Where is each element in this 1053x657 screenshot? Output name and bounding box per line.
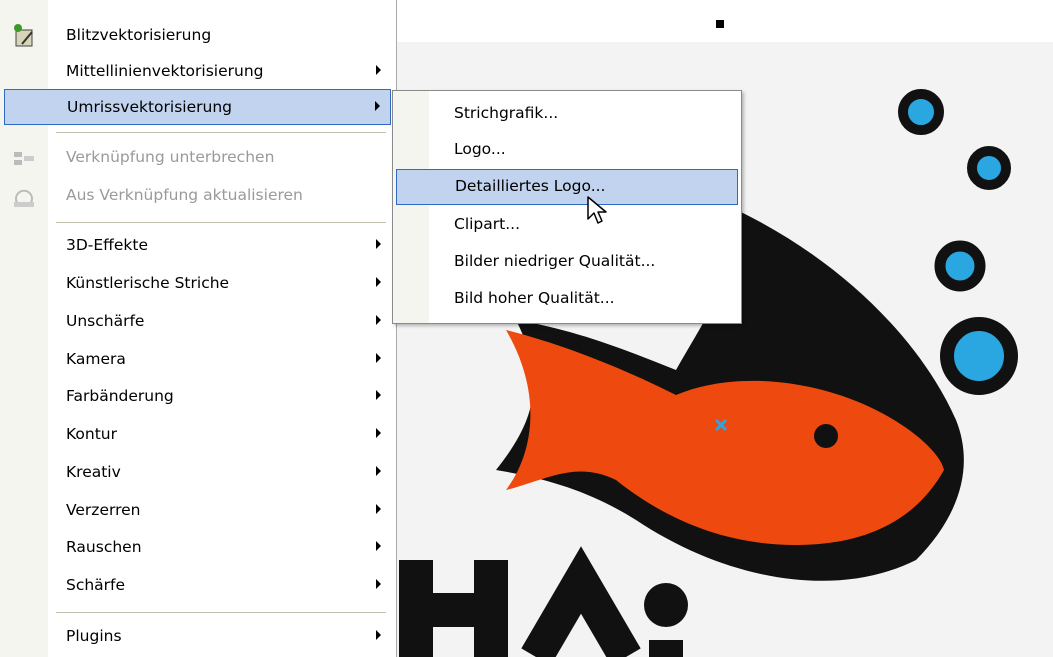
submenu-arrow-icon (376, 277, 381, 287)
menu-item-verzerren[interactable]: Verzerren (4, 493, 391, 529)
submenu-item-logo[interactable]: Logo... (396, 133, 738, 169)
menu-item-label: Kreativ (66, 463, 121, 481)
submenu-arrow-icon (376, 315, 381, 325)
bubble (898, 89, 944, 135)
submenu-item-strichgrafik[interactable]: Strichgrafik... (396, 97, 738, 133)
submenu-arrow-icon (375, 101, 380, 111)
bitmap-context-menu: Blitzvektorisierung Mittellinienvektoris… (0, 0, 397, 657)
letter-i-dot (644, 583, 688, 627)
menu-item-label: Unschärfe (66, 312, 145, 330)
letter-a (521, 546, 641, 657)
menu-item-umrissvektorisierung[interactable]: Umrissvektorisierung (4, 89, 391, 125)
menu-item-label: Mittellinienvektorisierung (66, 62, 264, 80)
menu-item-label: Farbänderung (66, 387, 174, 405)
bubble (967, 146, 1011, 190)
submenu-item-bild-hoher-qualitaet[interactable]: Bild hoher Qualität... (396, 282, 738, 318)
submenu-item-label: Detailliertes Logo... (455, 177, 606, 195)
submenu-arrow-icon (376, 65, 381, 75)
submenu-item-label: Bild hoher Qualität... (454, 289, 615, 307)
menu-item-label: Verzerren (66, 501, 141, 519)
mouse-pointer-icon (587, 196, 607, 224)
menu-item-label: 3D-Effekte (66, 236, 148, 254)
menu-separator (56, 612, 386, 613)
menu-item-farbaenderung[interactable]: Farbänderung (4, 379, 391, 415)
menu-item-label: Kontur (66, 425, 117, 443)
menu-item-verknuepfung-unterbrechen[interactable]: Verknüpfung unterbrechen (4, 140, 391, 176)
submenu-arrow-icon (376, 239, 381, 249)
submenu-arrow-icon (376, 353, 381, 363)
selection-handle[interactable] (716, 20, 724, 28)
menu-item-kreativ[interactable]: Kreativ (4, 455, 391, 491)
submenu-item-clipart[interactable]: Clipart... (396, 208, 738, 244)
submenu-item-detailliertes-logo[interactable]: Detailliertes Logo... (396, 169, 738, 205)
menu-item-label: Aus Verknüpfung aktualisieren (66, 186, 303, 204)
submenu-arrow-icon (376, 541, 381, 551)
menu-item-kamera[interactable]: Kamera (4, 342, 391, 378)
menu-item-label: Kamera (66, 350, 126, 368)
menu-item-unschaerfe[interactable]: Unschärfe (4, 304, 391, 340)
menu-item-aus-verknuepfung-aktualisieren[interactable]: Aus Verknüpfung aktualisieren (4, 178, 391, 214)
bubble (940, 317, 1018, 395)
letter-h (399, 560, 508, 657)
menu-item-label: Rauschen (66, 538, 142, 556)
fish-eye (814, 424, 838, 448)
submenu-item-bilder-niedriger-qualitaet[interactable]: Bilder niedriger Qualität... (396, 245, 738, 281)
submenu-item-label: Logo... (454, 140, 506, 158)
menu-item-mittellinienvektorisierung[interactable]: Mittellinienvektorisierung (4, 54, 391, 90)
menu-item-label: Künstlerische Striche (66, 274, 230, 292)
submenu-arrow-icon (376, 390, 381, 400)
submenu-arrow-icon (376, 428, 381, 438)
menu-item-label: Verknüpfung unterbrechen (66, 148, 275, 166)
submenu-arrow-icon (376, 466, 381, 476)
submenu-arrow-icon (376, 630, 381, 640)
submenu-arrow-icon (376, 504, 381, 514)
menu-item-plugins[interactable]: Plugins (4, 619, 391, 655)
submenu-item-label: Strichgrafik... (454, 104, 559, 122)
bubble (934, 240, 986, 292)
menu-item-label: Blitzvektorisierung (66, 26, 212, 44)
outline-trace-submenu: Strichgrafik... Logo... Detailliertes Lo… (392, 90, 742, 324)
menu-item-rauschen[interactable]: Rauschen (4, 530, 391, 566)
menu-item-blitzvektorisierung[interactable]: Blitzvektorisierung (4, 18, 391, 54)
menu-item-kontur[interactable]: Kontur (4, 417, 391, 453)
submenu-item-label: Bilder niedriger Qualität... (454, 252, 656, 270)
menu-item-kuenstlerische-striche[interactable]: Künstlerische Striche (4, 266, 391, 302)
submenu-arrow-icon (376, 579, 381, 589)
menu-separator (56, 222, 386, 223)
menu-item-label: Plugins (66, 627, 122, 645)
submenu-item-label: Clipart... (454, 215, 521, 233)
menu-separator (56, 132, 386, 133)
menu-item-label: Umrissvektorisierung (67, 98, 232, 116)
menu-item-3d-effekte[interactable]: 3D-Effekte (4, 228, 391, 264)
menu-item-schaerfe[interactable]: Schärfe (4, 568, 391, 604)
menu-item-label: Schärfe (66, 576, 126, 594)
